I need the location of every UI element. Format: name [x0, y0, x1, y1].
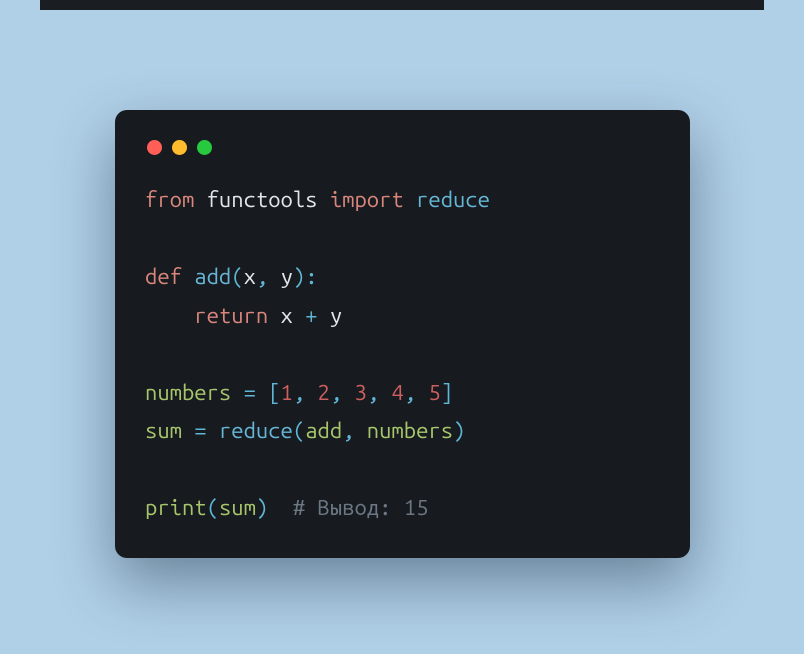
keyword-from: from: [145, 187, 194, 212]
fn-add: add: [194, 264, 231, 289]
num-4: 4: [391, 380, 403, 405]
comma: ,: [342, 418, 367, 443]
close-icon[interactable]: [147, 140, 162, 155]
arg-numbers: numbers: [367, 418, 453, 443]
paren-close: ): [293, 264, 305, 289]
op-assign: =: [231, 380, 268, 405]
num-3: 3: [354, 380, 366, 405]
fn-print: print: [145, 495, 207, 520]
paren-open: (: [207, 495, 219, 520]
page-top-bar: [40, 0, 764, 10]
op-plus: +: [293, 303, 330, 328]
num-1: 1: [281, 380, 293, 405]
colon: :: [305, 264, 317, 289]
fn-reduce: reduce: [219, 418, 293, 443]
comment: # Вывод: 15: [293, 495, 429, 520]
comma: ,: [367, 380, 392, 405]
paren-close: ): [453, 418, 465, 443]
zoom-icon[interactable]: [197, 140, 212, 155]
window-traffic-lights: [145, 134, 660, 181]
var-y: y: [330, 303, 342, 328]
minimize-icon[interactable]: [172, 140, 187, 155]
bracket-close: ]: [441, 380, 453, 405]
num-5: 5: [428, 380, 440, 405]
comma: ,: [404, 380, 429, 405]
bracket-open: [: [268, 380, 280, 405]
param-x: x: [244, 264, 256, 289]
keyword-import: import: [330, 187, 404, 212]
param-y: y: [281, 264, 293, 289]
num-2: 2: [318, 380, 330, 405]
var-numbers: numbers: [145, 380, 231, 405]
keyword-return: return: [194, 303, 268, 328]
arg-sum: sum: [219, 495, 256, 520]
indent: [145, 303, 194, 328]
var-sum: sum: [145, 418, 182, 443]
comma: ,: [256, 264, 281, 289]
var-x: x: [281, 303, 293, 328]
module-name: functools: [207, 187, 318, 212]
keyword-def: def: [145, 264, 182, 289]
code-block: from functools import reduce def add(x, …: [145, 181, 660, 528]
comma: ,: [330, 380, 355, 405]
paren-close: ): [256, 495, 268, 520]
arg-add: add: [305, 418, 342, 443]
paren-open: (: [293, 418, 305, 443]
op-assign: =: [182, 418, 219, 443]
space: [268, 495, 293, 520]
code-window: from functools import reduce def add(x, …: [115, 110, 690, 558]
import-name: reduce: [416, 187, 490, 212]
paren-open: (: [231, 264, 243, 289]
comma: ,: [293, 380, 318, 405]
